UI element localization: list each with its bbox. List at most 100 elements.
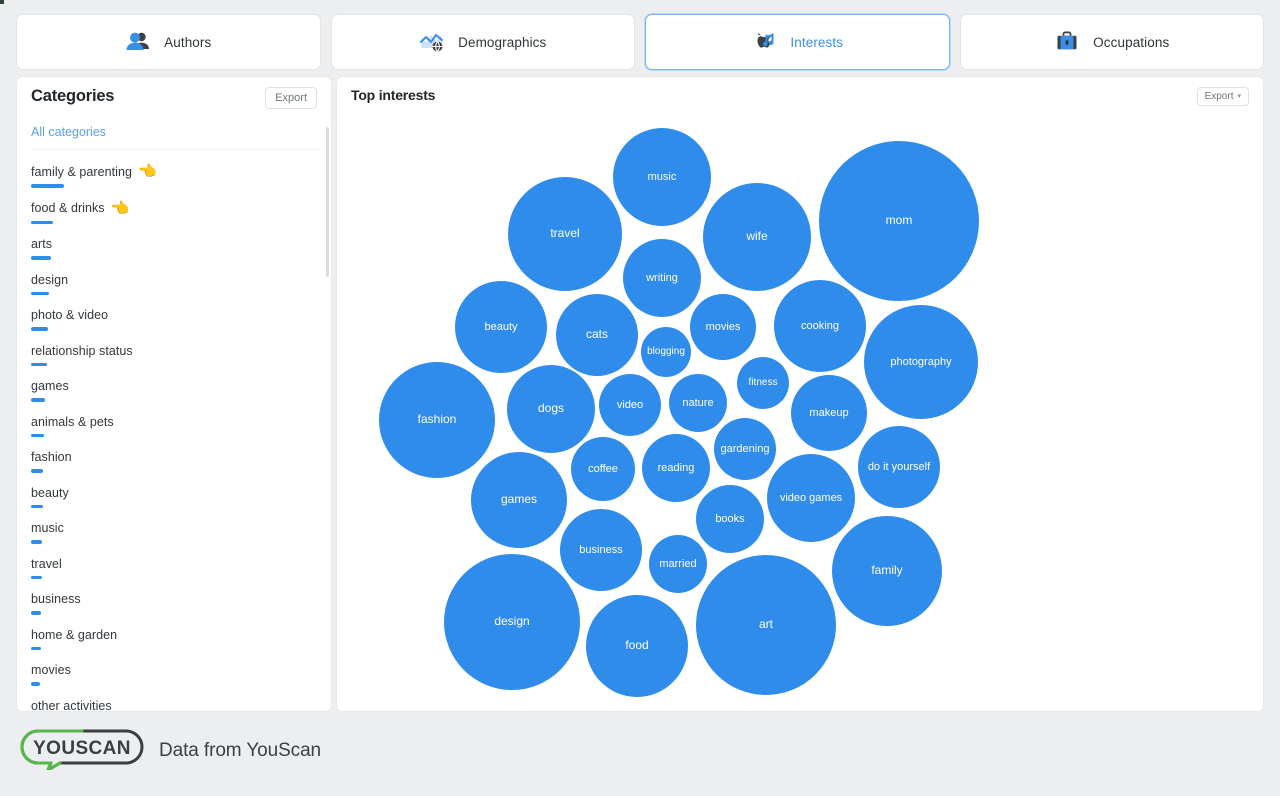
footer: YOUSCAN Data from YouScan	[18, 726, 518, 776]
category-label: movies	[31, 663, 71, 677]
interest-bubble[interactable]: design	[444, 554, 580, 690]
interest-bubble[interactable]: wife	[703, 183, 811, 291]
tab-authors[interactable]: Authors	[16, 14, 321, 70]
categories-export-button[interactable]: Export	[265, 87, 317, 109]
interest-bubble-label: movies	[706, 321, 741, 333]
interest-bubble[interactable]: nature	[669, 374, 727, 432]
interest-bubble[interactable]: photography	[864, 305, 978, 419]
category-label: beauty	[31, 486, 69, 500]
interest-bubble[interactable]: makeup	[791, 375, 867, 451]
category-label: photo & video	[31, 308, 108, 322]
interest-bubble[interactable]: coffee	[571, 437, 635, 501]
interest-bubble-label: travel	[550, 227, 579, 240]
interest-bubble-label: writing	[646, 272, 678, 284]
interest-bubble-label: video games	[780, 492, 842, 504]
interest-bubble[interactable]: art	[696, 555, 836, 695]
category-label: family & parenting	[31, 165, 132, 179]
category-value-bar	[31, 363, 47, 367]
interests-export-button[interactable]: Export ▾	[1197, 87, 1249, 106]
interest-bubble[interactable]: gardening	[714, 418, 776, 480]
interest-bubble-label: mom	[886, 214, 913, 227]
categories-list[interactable]: All categories family & parenting👈food &…	[17, 121, 332, 712]
category-item[interactable]: food & drinks 👈	[31, 191, 319, 228]
category-item[interactable]: design	[31, 263, 319, 299]
category-row: beauty	[31, 486, 319, 500]
category-value-bar	[31, 398, 45, 402]
category-item[interactable]: music	[31, 511, 319, 547]
interest-bubble[interactable]: travel	[508, 177, 622, 291]
category-row: relationship status	[31, 344, 319, 358]
chart-globe-icon	[419, 29, 445, 55]
category-value-bar	[31, 505, 43, 509]
interest-bubble-label: wife	[746, 230, 767, 243]
category-item[interactable]: family & parenting👈	[31, 154, 319, 191]
category-row: games	[31, 379, 319, 393]
interest-bubble[interactable]: books	[696, 485, 764, 553]
tab-authors-label: Authors	[164, 35, 211, 50]
interest-bubble-label: photography	[890, 356, 951, 368]
category-item[interactable]: movies	[31, 653, 319, 689]
category-value-bar	[31, 469, 43, 473]
category-item[interactable]: beauty	[31, 476, 319, 512]
category-item[interactable]: animals & pets	[31, 405, 319, 441]
pointing-hand-icon: 👈	[111, 201, 130, 216]
interest-bubble[interactable]: video games	[767, 454, 855, 542]
category-item[interactable]: games	[31, 369, 319, 405]
interest-bubble-label: cats	[586, 328, 608, 341]
category-item[interactable]: business	[31, 582, 319, 618]
interest-bubble[interactable]: dogs	[507, 365, 595, 453]
interest-bubble[interactable]: beauty	[455, 281, 547, 373]
category-item[interactable]: fashion	[31, 440, 319, 476]
interest-bubble[interactable]: reading	[642, 434, 710, 502]
categories-scrollbar[interactable]	[326, 127, 329, 277]
interest-bubble-label: reading	[658, 462, 695, 474]
interest-bubble[interactable]: food	[586, 595, 688, 697]
interest-bubble[interactable]: cooking	[774, 280, 866, 372]
interest-bubble[interactable]: business	[560, 509, 642, 591]
interest-bubble[interactable]: video	[599, 374, 661, 436]
briefcase-icon	[1054, 29, 1080, 55]
category-item[interactable]: other activities	[31, 689, 319, 713]
category-item[interactable]: home & garden	[31, 618, 319, 654]
apple-music-icon	[751, 29, 777, 55]
tab-occupations[interactable]: Occupations	[960, 14, 1265, 70]
category-label: other activities	[31, 699, 112, 713]
svg-text:YOUSCAN: YOUSCAN	[33, 738, 131, 759]
top-interests-panel: Top interests Export ▾ momartfashiontrav…	[336, 76, 1264, 712]
interest-bubble-label: gardening	[721, 443, 770, 455]
interest-bubble[interactable]: writing	[623, 239, 701, 317]
interest-bubble[interactable]: married	[649, 535, 707, 593]
category-item[interactable]: relationship status	[31, 334, 319, 370]
category-label: business	[31, 592, 81, 606]
category-item[interactable]: arts	[31, 227, 319, 263]
category-item[interactable]: photo & video	[31, 298, 319, 334]
interest-bubble-label: business	[579, 544, 622, 556]
category-row: family & parenting👈	[31, 164, 319, 179]
corner-marker	[0, 0, 4, 4]
interest-bubble[interactable]: music	[613, 128, 711, 226]
category-value-bar	[31, 647, 41, 651]
all-categories-link[interactable]: All categories	[31, 121, 319, 150]
tab-interests-label: Interests	[790, 35, 843, 50]
interest-bubble-label: coffee	[588, 463, 618, 475]
interest-bubble-label: makeup	[809, 407, 848, 419]
tab-demographics[interactable]: Demographics	[331, 14, 636, 70]
interest-bubble[interactable]: cats	[556, 294, 638, 376]
category-label: relationship status	[31, 344, 133, 358]
page-root: Authors Demographics	[0, 0, 1280, 796]
category-row: movies	[31, 663, 319, 677]
interest-bubble[interactable]: blogging	[641, 327, 691, 377]
interest-bubble[interactable]: mom	[819, 141, 979, 301]
category-item[interactable]: travel	[31, 547, 319, 583]
category-value-bar	[31, 434, 44, 438]
interest-bubble[interactable]: fitness	[737, 357, 789, 409]
interest-bubble[interactable]: do it yourself	[858, 426, 940, 508]
interest-bubble[interactable]: games	[471, 452, 567, 548]
interest-bubble[interactable]: fashion	[379, 362, 495, 478]
interest-bubble[interactable]: movies	[690, 294, 756, 360]
category-row: music	[31, 521, 319, 535]
interest-bubble-label: games	[501, 493, 537, 506]
interest-bubble[interactable]: family	[832, 516, 942, 626]
category-label: food & drinks	[31, 201, 105, 215]
tab-interests[interactable]: Interests	[645, 14, 950, 70]
